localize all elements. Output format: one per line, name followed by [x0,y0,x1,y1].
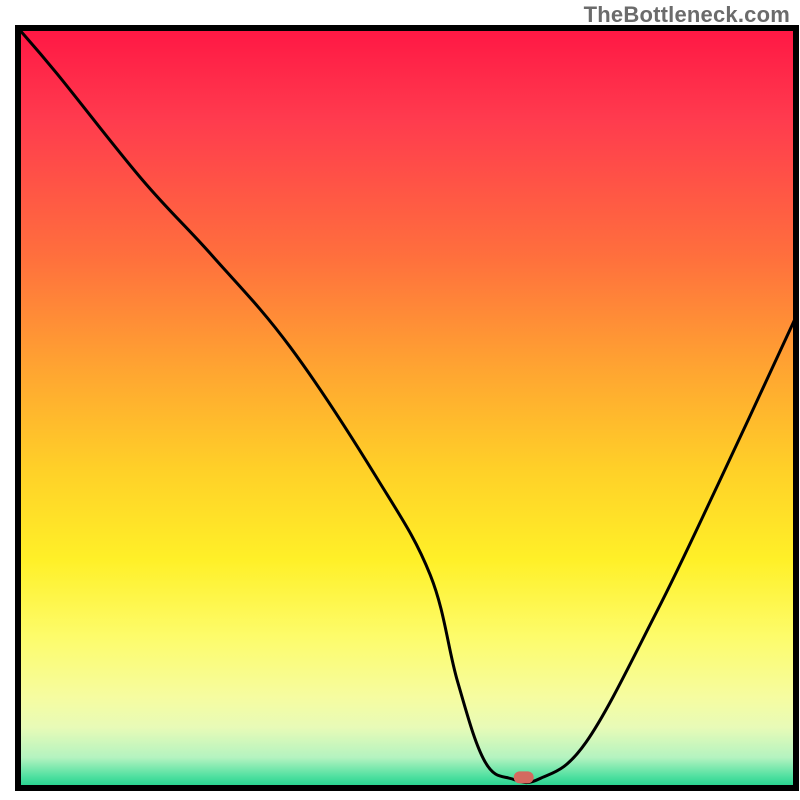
plot-gradient-background [18,28,796,788]
optimal-point-marker [514,771,534,783]
bottleneck-chart [0,0,800,800]
chart-stage: TheBottleneck.com [0,0,800,800]
watermark-text: TheBottleneck.com [584,2,790,28]
